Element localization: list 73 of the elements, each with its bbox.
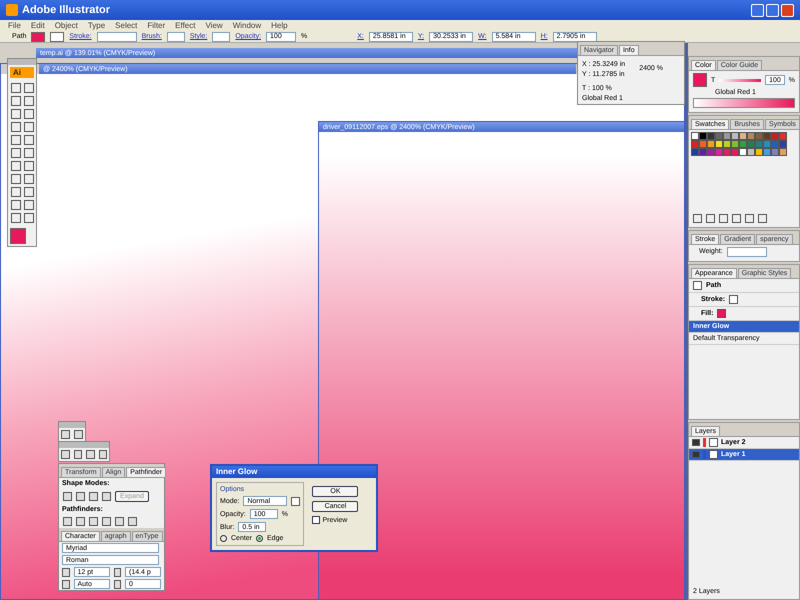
menu-item[interactable]: Help	[271, 21, 288, 30]
dialog-title: Inner Glow	[212, 466, 376, 478]
menu-item[interactable]: Effect	[175, 21, 196, 30]
color-swatch[interactable]	[731, 132, 739, 140]
radio-button[interactable]	[220, 535, 227, 542]
color-spectrum[interactable]	[693, 98, 795, 108]
menu-item[interactable]: Filter	[147, 21, 166, 30]
color-swatch[interactable]	[755, 148, 763, 156]
menu-item[interactable]: Edit	[30, 21, 45, 30]
color-swatch[interactable]	[699, 132, 707, 140]
color-swatch-icon[interactable]	[291, 496, 300, 506]
color-swatch[interactable]	[723, 140, 731, 148]
stroke-swatch-icon[interactable]	[50, 32, 64, 42]
color-swatch[interactable]	[739, 140, 747, 148]
color-swatch[interactable]	[739, 132, 747, 140]
window-title: Adobe Illustrator	[22, 4, 110, 16]
color-swatch[interactable]	[755, 140, 763, 148]
color-swatch[interactable]	[723, 148, 731, 156]
color-swatch[interactable]	[755, 132, 763, 140]
color-swatch[interactable]	[691, 140, 699, 148]
panel-grip[interactable]	[59, 442, 109, 448]
color-swatch[interactable]	[779, 148, 787, 156]
fill-swatch-icon[interactable]	[717, 308, 726, 318]
fill-swatch-icon[interactable]	[10, 228, 26, 244]
color-swatch[interactable]	[771, 140, 779, 148]
color-swatch[interactable]	[715, 148, 723, 156]
color-swatch[interactable]	[771, 148, 779, 156]
app-logo: Ai	[10, 67, 34, 78]
panel-grip[interactable]	[8, 59, 36, 65]
color-swatch[interactable]	[691, 148, 699, 156]
panel-grip[interactable]	[59, 422, 85, 428]
menu-item[interactable]: File	[8, 21, 21, 30]
minimize-icon[interactable]	[751, 4, 764, 16]
color-swatch[interactable]	[699, 140, 707, 148]
fill-swatch-icon[interactable]	[31, 32, 46, 42]
color-swatch[interactable]	[723, 132, 731, 140]
color-swatch[interactable]	[731, 140, 739, 148]
color-swatch[interactable]	[747, 148, 755, 156]
menu-item[interactable]: Type	[88, 21, 106, 30]
close-icon[interactable]	[781, 4, 794, 16]
color-swatch[interactable]	[715, 132, 723, 140]
menu-item[interactable]: Select	[115, 21, 138, 30]
menu-item[interactable]: Window	[232, 21, 262, 30]
color-swatch[interactable]	[747, 132, 755, 140]
color-swatch[interactable]	[771, 132, 779, 140]
stroke-swatch-icon[interactable]	[729, 294, 738, 304]
color-swatch[interactable]	[691, 132, 699, 140]
dropdown-field[interactable]	[166, 32, 185, 42]
app-icon	[6, 4, 18, 16]
path-thumbnail-icon	[693, 280, 702, 290]
color-swatch[interactable]	[707, 148, 715, 156]
color-swatch[interactable]	[707, 132, 715, 140]
menu-item[interactable]: Object	[54, 21, 78, 30]
fill-swatch-icon	[693, 73, 707, 87]
dropdown-field[interactable]	[96, 32, 137, 42]
color-swatch[interactable]	[731, 148, 739, 156]
color-swatch[interactable]	[779, 140, 787, 148]
color-swatch[interactable]	[763, 132, 771, 140]
weight-field[interactable]	[726, 246, 767, 257]
maximize-icon[interactable]	[766, 4, 779, 16]
dropdown-field[interactable]	[212, 32, 230, 42]
preview-checkbox[interactable]	[312, 516, 320, 524]
radio-button[interactable]	[256, 535, 264, 542]
color-swatch[interactable]	[707, 140, 715, 148]
color-swatch[interactable]	[739, 148, 747, 156]
color-swatch[interactable]	[699, 148, 707, 156]
color-swatch[interactable]	[779, 132, 787, 140]
color-swatch[interactable]	[715, 140, 723, 148]
color-swatch[interactable]	[763, 140, 771, 148]
color-swatch[interactable]	[747, 140, 755, 148]
color-swatch[interactable]	[763, 148, 771, 156]
menu-item[interactable]: View	[205, 21, 223, 30]
tint-slider[interactable]	[719, 78, 762, 82]
